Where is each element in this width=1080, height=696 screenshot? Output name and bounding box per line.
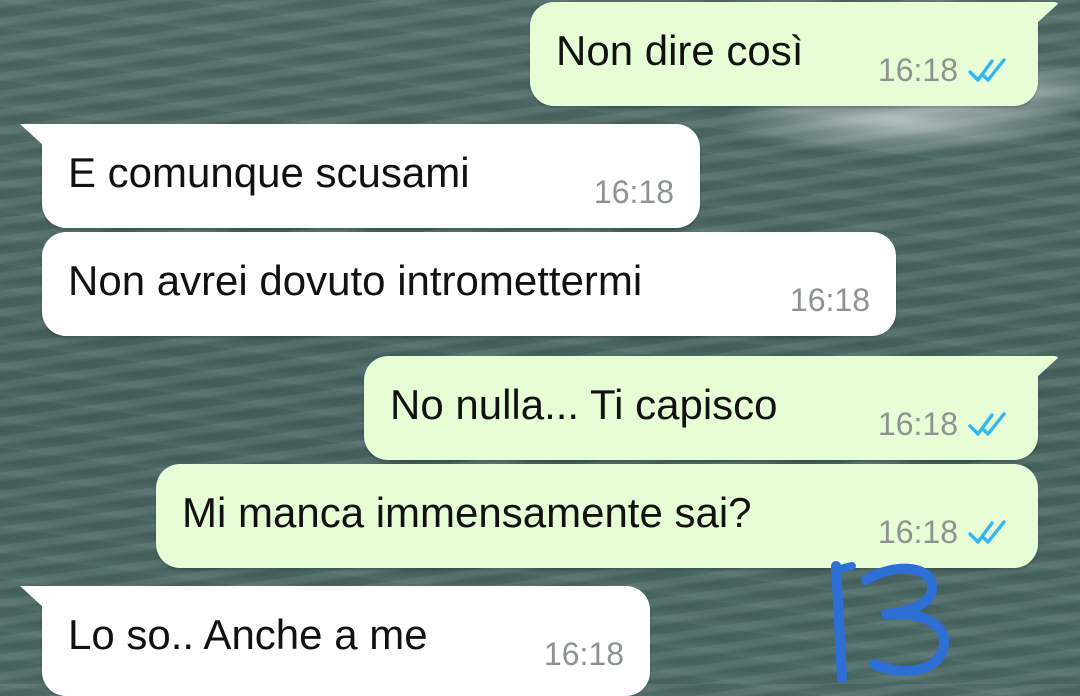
message-time: 16:18 [877,514,958,550]
message-text: Lo so.. Anche a me [68,611,428,658]
message-time: 16:18 [877,406,958,442]
message-text: E comunque scusami [68,149,470,196]
message-meta: 16:18 [878,406,1012,442]
message-text: Non avrei dovuto intromettermi [68,257,643,304]
bubble-tail [20,124,44,146]
read-double-check-icon [968,58,1006,82]
message-bubble-outgoing[interactable]: Non dire così 16:18 [530,2,1060,106]
bubble-tail [1036,356,1060,378]
message-meta: 16:18 [790,282,870,318]
message-text: Non dire così [556,27,804,74]
message-text: Mi manca immensamente sai? [182,489,752,536]
message-meta: 16:18 [544,636,624,672]
message-time: 16:18 [543,636,624,672]
message-meta: 16:18 [878,514,1012,550]
read-double-check-icon [968,412,1006,436]
read-double-check-icon [968,520,1006,544]
message-time: 16:18 [877,52,958,88]
message-time: 16:18 [593,174,674,210]
message-meta: 16:18 [878,52,1012,88]
message-bubble-incoming[interactable]: Non avrei dovuto intromettermi 16:18 [42,232,896,336]
handwritten-13-mark [831,561,949,683]
message-text: No nulla... Ti capisco [390,381,778,428]
message-meta: 16:18 [594,174,674,210]
message-bubble-outgoing[interactable]: No nulla... Ti capisco 16:18 [364,356,1060,460]
message-bubble-incoming[interactable]: E comunque scusami 16:18 [20,124,700,228]
message-bubble-incoming[interactable]: Lo so.. Anche a me 16:18 [20,586,650,696]
bubble-tail [1036,2,1060,24]
bubble-tail [20,586,44,608]
message-time: 16:18 [789,282,870,318]
message-bubble-outgoing[interactable]: Mi manca immensamente sai? 16:18 [156,464,1038,568]
